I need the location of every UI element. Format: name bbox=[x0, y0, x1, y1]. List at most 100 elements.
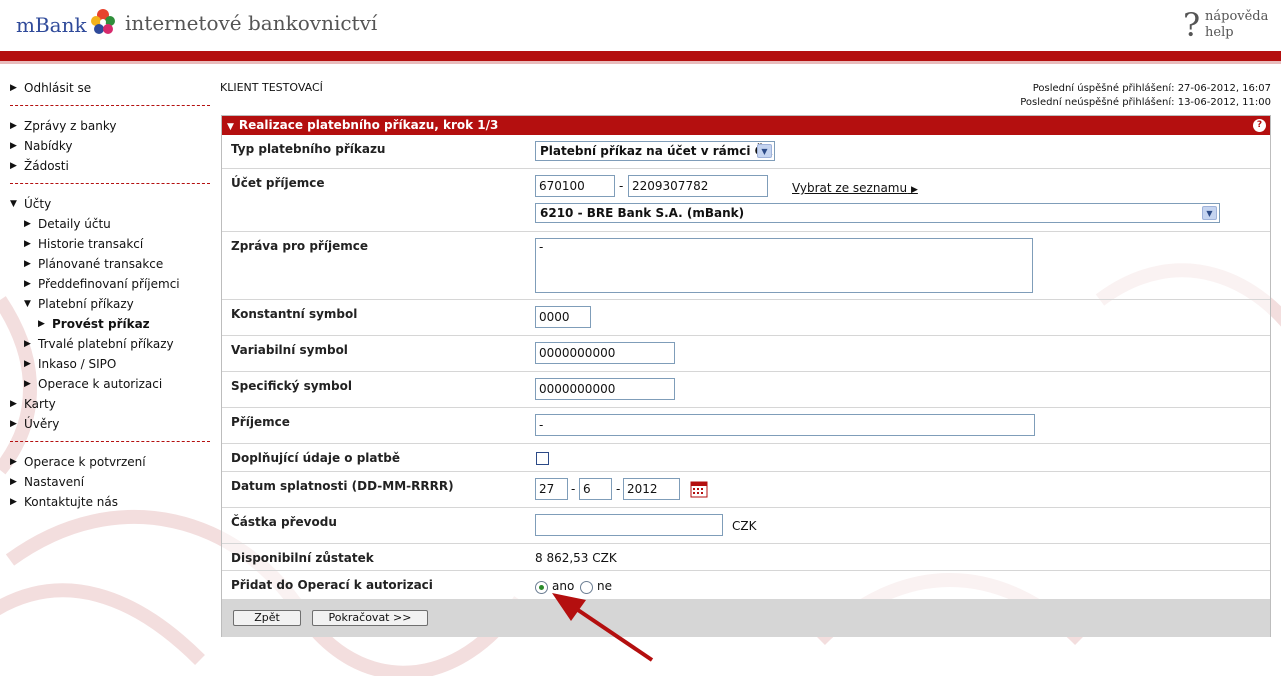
sidebar-item-transaction-history[interactable]: ▶ Historie transakcí bbox=[10, 236, 210, 256]
radio-no[interactable] bbox=[580, 581, 593, 594]
sidebar-item-planned-transactions[interactable]: ▶ Plánované transakce bbox=[10, 256, 210, 276]
bank-select[interactable]: 6210 - BRE Bank S.A. (mBank) ▼ bbox=[535, 203, 1220, 223]
help-question-icon[interactable]: ? bbox=[1183, 8, 1200, 42]
date-year-input[interactable]: 2012 bbox=[623, 478, 680, 500]
arrow-right-icon: ▶ bbox=[10, 161, 17, 171]
help-link-en[interactable]: help bbox=[1205, 25, 1268, 41]
balance-value: 8 862,53 CZK bbox=[535, 551, 617, 565]
arrow-right-icon: ▶ bbox=[24, 359, 31, 369]
sidebar: ▶ Odhlásit se ▶ Zprávy z banky ▶ Nabídky ▶ Ž… bbox=[10, 80, 210, 514]
panel-title: Realizace platebního příkazu, krok 1/3 bbox=[238, 118, 499, 132]
recipient-input[interactable]: - bbox=[535, 414, 1035, 436]
arrow-right-icon: ▶ bbox=[10, 497, 17, 507]
constant-symbol-label: Konstantní symbol bbox=[231, 307, 358, 321]
arrow-right-icon: ▶ bbox=[10, 419, 17, 429]
arrow-down-icon: ▼ bbox=[10, 199, 17, 209]
arrow-right-icon: ▶ bbox=[24, 339, 31, 349]
arrow-right-icon: ▶ bbox=[10, 477, 17, 487]
client-name: KLIENT TESTOVACÍ bbox=[220, 81, 323, 94]
arrow-right-icon: ▶ bbox=[24, 279, 31, 289]
choose-from-list-link[interactable]: Vybrat ze seznamu ▶ bbox=[792, 181, 918, 195]
account-dash: - bbox=[619, 179, 624, 193]
arrow-right-icon: ▶ bbox=[24, 259, 31, 269]
recipient-label: Příjemce bbox=[231, 415, 290, 429]
continue-button[interactable]: Pokračovat >> bbox=[312, 610, 428, 626]
sidebar-item-execute-order[interactable]: ▶ Provést příkaz bbox=[10, 316, 210, 336]
arrow-down-icon: ▼ bbox=[24, 299, 31, 309]
row-recipient: Příjemce - bbox=[222, 408, 1270, 444]
payment-order-panel: ▼ Realizace platebního příkazu, krok 1/3 … bbox=[221, 115, 1271, 637]
sidebar-item-messages[interactable]: ▶ Zprávy z banky bbox=[10, 118, 210, 138]
help-icon[interactable]: ? bbox=[1253, 119, 1266, 132]
order-type-select[interactable]: Platební příkaz na účet v rámci ČR ▼ bbox=[535, 141, 775, 161]
row-due-date: Datum splatnosti (DD-MM-RRRR) 27 - 6 - 2… bbox=[222, 472, 1270, 508]
amount-input[interactable] bbox=[535, 514, 723, 536]
currency-label: CZK bbox=[732, 519, 757, 533]
due-date-label: Datum splatnosti (DD-MM-RRRR) bbox=[231, 479, 454, 493]
add-to-authorization-label: Přidat do Operací k autorizaci bbox=[231, 578, 433, 592]
back-button[interactable]: Zpět bbox=[233, 610, 301, 626]
constant-symbol-input[interactable]: 0000 bbox=[535, 306, 591, 328]
row-add-to-authorization: Přidat do Operací k autorizaci ano ne bbox=[222, 571, 1270, 599]
recipient-account-label: Účet příjemce bbox=[231, 176, 325, 190]
message-textarea[interactable]: - bbox=[535, 238, 1033, 293]
app-title: internetové bankovnictví bbox=[125, 11, 378, 35]
sidebar-item-operations-to-confirm[interactable]: ▶ Operace k potvrzení bbox=[10, 454, 210, 474]
sidebar-item-requests[interactable]: ▶ Žádosti bbox=[10, 158, 210, 178]
arrow-right-icon: ▶ bbox=[10, 141, 17, 151]
sidebar-item-cards[interactable]: ▶ Karty bbox=[10, 396, 210, 416]
variable-symbol-label: Variabilní symbol bbox=[231, 343, 348, 357]
sidebar-item-offers[interactable]: ▶ Nabídky bbox=[10, 138, 210, 158]
row-extra-data: Doplňující údaje o platbě bbox=[222, 444, 1270, 472]
extra-data-checkbox[interactable] bbox=[536, 452, 549, 465]
login-info: Poslední úspěšné přihlášení: 27-06-2012,… bbox=[1020, 82, 1271, 110]
sidebar-divider bbox=[10, 183, 210, 184]
page: mBank internetové bankovnictví ? nápověd… bbox=[0, 0, 1281, 676]
arrow-right-icon: ▶ bbox=[10, 121, 17, 131]
account-prefix-input[interactable]: 670100 bbox=[535, 175, 615, 197]
row-balance: Disponibilní zůstatek 8 862,53 CZK bbox=[222, 544, 1270, 571]
radio-yes-label: ano bbox=[552, 579, 575, 593]
row-amount: Částka převodu CZK bbox=[222, 508, 1270, 544]
form-footer: Zpět Pokračovat >> bbox=[222, 599, 1270, 637]
variable-symbol-input[interactable]: 0000000000 bbox=[535, 342, 675, 364]
calendar-icon[interactable] bbox=[690, 480, 708, 498]
sidebar-item-settings[interactable]: ▶ Nastavení bbox=[10, 474, 210, 494]
arrow-right-icon: ▶ bbox=[24, 219, 31, 229]
amount-label: Částka převodu bbox=[231, 515, 337, 529]
sidebar-item-standing-orders[interactable]: ▶ Trvalé platební příkazy bbox=[10, 336, 210, 356]
balance-label: Disponibilní zůstatek bbox=[231, 551, 374, 565]
collapse-arrow-icon[interactable]: ▼ bbox=[227, 122, 234, 132]
specific-symbol-input[interactable]: 0000000000 bbox=[535, 378, 675, 400]
row-constant-symbol: Konstantní symbol 0000 bbox=[222, 300, 1270, 336]
row-recipient-account: Účet příjemce 670100 - 2209307782 Vybrat… bbox=[222, 169, 1270, 232]
date-dash: - bbox=[616, 482, 621, 496]
arrow-right-icon: ▶ bbox=[24, 239, 31, 249]
date-day-input[interactable]: 27 bbox=[535, 478, 568, 500]
date-dash: - bbox=[571, 482, 576, 496]
sidebar-item-account-details[interactable]: ▶ Detaily účtu bbox=[10, 216, 210, 236]
sidebar-item-predefined-recipients[interactable]: ▶ Předdefinovaní příjemci bbox=[10, 276, 210, 296]
arrow-right-icon: ▶ bbox=[910, 185, 918, 195]
order-type-label: Typ platebního příkazu bbox=[231, 142, 386, 156]
arrow-right-icon: ▶ bbox=[24, 379, 31, 389]
row-specific-symbol: Specifický symbol 0000000000 bbox=[222, 372, 1270, 408]
mbank-logo[interactable]: mBank bbox=[16, 13, 87, 37]
specific-symbol-label: Specifický symbol bbox=[231, 379, 353, 393]
date-month-input[interactable]: 6 bbox=[579, 478, 612, 500]
help-links: nápověda help bbox=[1205, 9, 1268, 41]
last-failed-login: Poslední neúspěšné přihlášení: 13-06-201… bbox=[1020, 97, 1271, 108]
help-link-cz[interactable]: nápověda bbox=[1205, 9, 1268, 25]
arrow-right-icon: ▶ bbox=[10, 457, 17, 467]
sidebar-item-accounts[interactable]: ▼ Účty bbox=[10, 196, 210, 216]
sidebar-item-payment-orders[interactable]: ▼ Platební příkazy bbox=[10, 296, 210, 316]
sidebar-item-direct-debit[interactable]: ▶ Inkaso / SIPO bbox=[10, 356, 210, 376]
chevron-down-icon: ▼ bbox=[757, 144, 772, 158]
sidebar-item-loans[interactable]: ▶ Úvěry bbox=[10, 416, 210, 436]
sidebar-divider bbox=[10, 105, 210, 106]
radio-yes[interactable] bbox=[535, 581, 548, 594]
account-number-input[interactable]: 2209307782 bbox=[628, 175, 768, 197]
sidebar-item-operations-to-authorize[interactable]: ▶ Operace k autorizaci bbox=[10, 376, 210, 396]
sidebar-item-logout[interactable]: ▶ Odhlásit se bbox=[10, 80, 210, 100]
sidebar-item-contact[interactable]: ▶ Kontaktujte nás bbox=[10, 494, 210, 514]
